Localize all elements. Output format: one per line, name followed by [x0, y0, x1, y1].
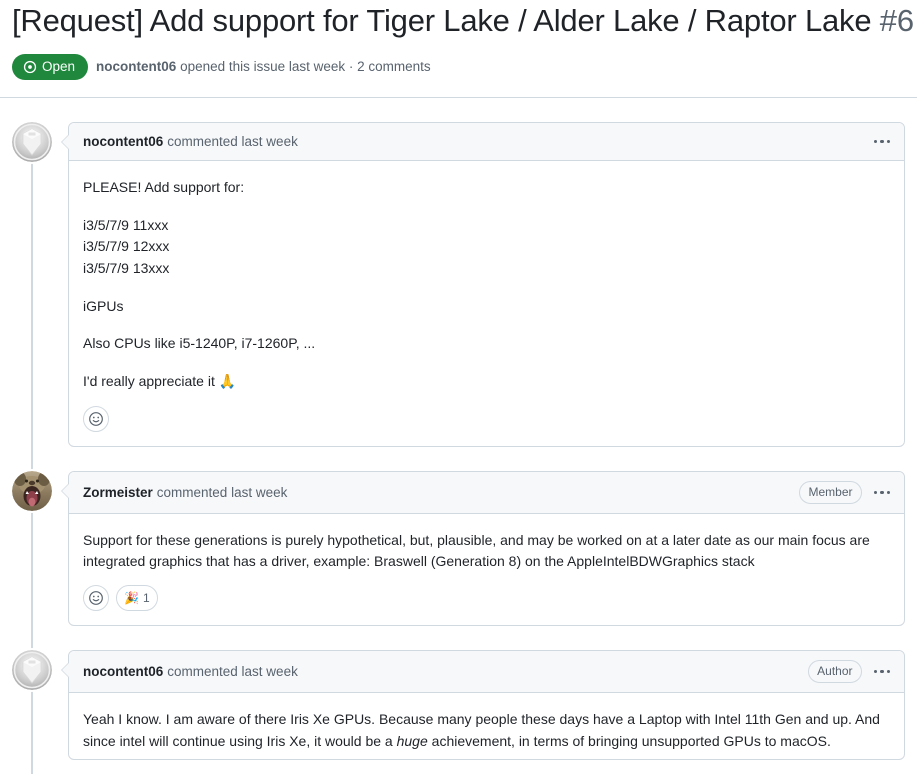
role-badge: Author — [808, 660, 862, 684]
default-avatar-icon — [12, 650, 52, 691]
default-avatar-icon — [12, 121, 52, 162]
comment-paragraph: I'd really appreciate it 🙏 — [83, 371, 890, 394]
kebab-dot — [886, 669, 890, 674]
comment-author[interactable]: Zormeister — [83, 485, 153, 500]
comment-author[interactable]: nocontent06 — [83, 134, 163, 149]
reactions-bar — [69, 400, 904, 446]
kebab-dot — [873, 139, 877, 144]
issue-page: [Request] Add support for Tiger Lake / A… — [0, 2, 917, 774]
reactions-bar: 🎉 1 — [69, 579, 904, 625]
comment-text-emphasis: huge — [396, 732, 428, 749]
reaction-count: 1 — [142, 591, 150, 606]
cpu-list: i3/5/7/9 11xxx i3/5/7/9 12xxx i3/5/7/9 1… — [83, 215, 890, 280]
avatar[interactable] — [12, 121, 52, 162]
comment-action: commented last week — [156, 484, 288, 500]
kebab-dot — [873, 490, 877, 494]
issue-meta-author[interactable]: nocontent06 — [96, 59, 176, 74]
comment-item: Zormeister commented last week Member Su… — [12, 470, 905, 627]
list-item: i3/5/7/9 12xxx — [83, 238, 170, 255]
comment-body: Yeah I know. I am aware of there Iris Xe… — [69, 693, 904, 758]
comment-paragraph: PLEASE! Add support for: — [83, 178, 245, 195]
issue-meta-detail: opened this issue last week · 2 comments — [180, 59, 431, 75]
comment-action: commented last week — [167, 664, 298, 680]
comment-body: PLEASE! Add support for: i3/5/7/9 11xxx … — [69, 161, 904, 400]
comment-body: Support for these generations is purely … — [69, 514, 904, 579]
comment-header: Zormeister commented last week Member — [69, 471, 904, 514]
comment-text-end: achievement, in terms of bringing unsupp… — [427, 732, 831, 749]
comment-header: nocontent06 commented last week — [69, 122, 904, 161]
issue-title-block: [Request] Add support for Tiger Lake / A… — [0, 2, 917, 80]
comment-box: nocontent06 commented last week PLEASE! … — [61, 121, 905, 447]
comments-timeline: nocontent06 commented last week PLEASE! … — [0, 121, 917, 774]
smiley-add-reaction-icon — [89, 411, 103, 426]
kebab-menu-icon[interactable] — [873, 668, 890, 676]
smiley-add-reaction-icon — [89, 591, 103, 606]
comment-box: Zormeister commented last week Member Su… — [61, 470, 905, 627]
list-item: i3/5/7/9 13xxx — [83, 260, 170, 276]
status-badge: Open — [12, 53, 89, 80]
kebab-menu-icon[interactable] — [873, 489, 890, 497]
kebab-menu-icon[interactable] — [873, 138, 890, 146]
pray-emoji: 🙏 — [218, 374, 237, 391]
comment-author[interactable]: nocontent06 — [83, 664, 163, 679]
comment-item: nocontent06 commented last week Author Y… — [12, 650, 905, 760]
header-divider — [0, 96, 917, 98]
comment-item: nocontent06 commented last week PLEASE! … — [12, 121, 905, 447]
kebab-dot — [886, 139, 890, 144]
issue-meta-text: nocontent06 opened this issue last week … — [96, 59, 431, 74]
photo-avatar-icon — [12, 470, 52, 511]
kebab-dot — [880, 490, 884, 494]
page-title: [Request] Add support for Tiger Lake / A… — [12, 2, 914, 41]
issue-number: #6 — [879, 3, 914, 38]
comment-header: nocontent06 commented last week Author — [69, 651, 904, 694]
issue-title-text: [Request] Add support for Tiger Lake / A… — [12, 3, 872, 38]
kebab-dot — [886, 490, 890, 494]
comment-box: nocontent06 commented last week Author Y… — [61, 650, 905, 760]
issue-opened-icon — [23, 60, 37, 73]
comment-paragraph: Support for these generations is purely … — [83, 531, 870, 570]
reaction-tada-button[interactable]: 🎉 1 — [116, 585, 158, 612]
avatar[interactable] — [12, 650, 52, 691]
comment-paragraph: iGPUs — [83, 297, 124, 314]
avatar[interactable] — [12, 470, 52, 511]
kebab-dot — [880, 669, 884, 674]
comment-paragraph-text: I'd really appreciate it — [83, 373, 219, 390]
add-reaction-button[interactable] — [83, 405, 109, 432]
tada-emoji: 🎉 — [124, 591, 139, 606]
comment-paragraph: Yeah I know. I am aware of there Iris Xe… — [83, 709, 890, 752]
list-item: i3/5/7/9 11xxx — [83, 216, 169, 233]
add-reaction-button[interactable] — [83, 585, 109, 612]
comment-action: commented last week — [167, 133, 298, 149]
kebab-dot — [880, 139, 884, 144]
kebab-dot — [873, 669, 877, 674]
status-badge-label: Open — [42, 58, 76, 74]
comment-paragraph: Also CPUs like i5-1240P, i7-1260P, ... — [83, 335, 316, 352]
role-badge: Member — [799, 480, 862, 504]
issue-meta-row: Open nocontent06 opened this issue last … — [12, 53, 905, 80]
